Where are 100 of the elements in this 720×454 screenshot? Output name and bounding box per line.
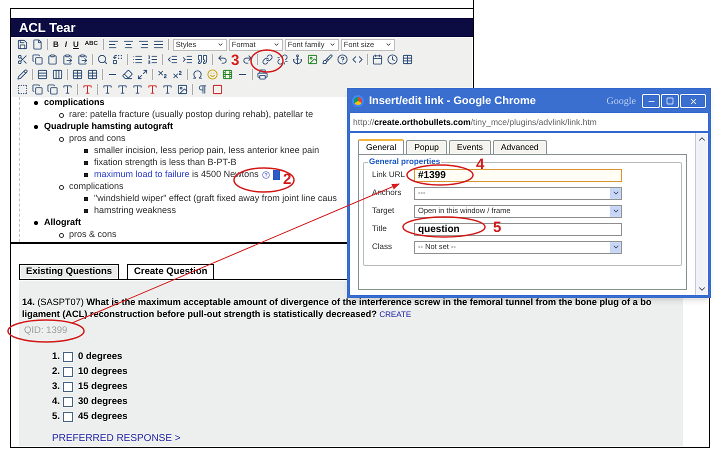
replace-icon: [112, 54, 123, 65]
format-button[interactable]: U: [70, 38, 82, 52]
emoticon-icon: [207, 69, 218, 80]
help-icon: [337, 54, 348, 65]
scrollbar[interactable]: [695, 133, 708, 295]
select-all-button[interactable]: [15, 82, 30, 96]
layer-back-button[interactable]: [45, 82, 60, 96]
link-button[interactable]: [260, 52, 275, 66]
anchor-button[interactable]: [290, 52, 305, 66]
bullet-square-icon: [84, 161, 88, 165]
superscript-icon: [172, 69, 183, 80]
list-item-text: hamstring weakness: [94, 204, 176, 218]
calendar-icon: [372, 54, 383, 65]
text-field[interactable]: #1399: [414, 168, 622, 182]
minimize-button[interactable]: [642, 94, 660, 108]
numbered-list-button[interactable]: [145, 52, 160, 66]
field-label: Class: [372, 241, 394, 253]
annotation-number: 3: [231, 53, 240, 68]
create-link[interactable]: CREATE: [379, 310, 412, 319]
save-button[interactable]: [15, 38, 30, 52]
caret-icon: [612, 207, 620, 215]
paste-word-icon: [77, 54, 88, 65]
brush-button[interactable]: [320, 52, 335, 66]
cell-props-button[interactable]: [85, 68, 100, 82]
format-button[interactable]: B: [50, 38, 62, 52]
answer-text: 15 degrees: [78, 380, 128, 394]
layer-button[interactable]: [30, 82, 45, 96]
list-item-text: fixation strength is less than B-PT-B: [94, 156, 237, 170]
table-button[interactable]: [400, 52, 415, 66]
dialog-title: Insert/edit link - Google Chrome: [369, 94, 536, 109]
dialog-tab[interactable]: General: [358, 139, 404, 154]
format-button[interactable]: I: [62, 38, 70, 52]
align-left-icon: [108, 39, 119, 50]
image-button[interactable]: [305, 52, 320, 66]
paste-icon: [47, 54, 58, 65]
brush-icon: [322, 54, 333, 65]
answer-number: 5.: [52, 410, 60, 424]
chrome-logo-icon: [352, 95, 364, 107]
answer-number: 3.: [52, 380, 60, 394]
find-icon: [97, 54, 108, 65]
preferred-response-link[interactable]: PREFERRED RESPONSE >: [22, 431, 683, 446]
answer-number: 1.: [52, 350, 60, 364]
answer-checkbox[interactable]: [62, 366, 73, 377]
list-item-text: "windshield wiper" effect (graft fixed away from joint line caus: [94, 192, 337, 206]
rows-button[interactable]: [35, 68, 50, 82]
copy-icon: [32, 54, 43, 65]
answer-text: 0 degrees: [78, 350, 122, 364]
maximize-icon: [666, 97, 674, 105]
list-item-text: rare: patella fracture (usually postop during rehab), patellar te: [69, 108, 314, 122]
question-text: 14. (SASPT07) What is the maximum acceptable amount of divergence of the interference screw in the femoral tunnel from the bone plug of a bo ligament (ACL) reconstruction before pull-out strength is statistically decreased? CREATE: [22, 296, 653, 321]
media-button[interactable]: [220, 68, 235, 82]
answer-checkbox[interactable]: [62, 382, 73, 392]
dialog-tab[interactable]: Advanced: [492, 140, 547, 154]
maximize-button[interactable]: [661, 94, 679, 108]
cut-icon: [17, 54, 28, 65]
clock-button[interactable]: [385, 52, 400, 66]
help-button[interactable]: [335, 52, 350, 66]
layer-icon: [32, 84, 43, 95]
close-button[interactable]: [680, 94, 706, 108]
field-label: Link URL: [372, 169, 406, 181]
print-button[interactable]: [255, 68, 270, 82]
replace-button[interactable]: [110, 52, 125, 66]
quote-button[interactable]: [195, 52, 210, 66]
list-item-text: pros & cons: [69, 228, 117, 242]
dialog-tab[interactable]: Popup: [406, 140, 447, 154]
table-props-button[interactable]: [70, 68, 85, 82]
tab[interactable]: Existing Questions: [19, 264, 120, 279]
subscript-icon: [157, 69, 168, 80]
eraser-button[interactable]: [120, 68, 135, 82]
close-icon: [688, 96, 698, 106]
help-icon: [262, 171, 270, 179]
unlink-button[interactable]: [275, 52, 290, 66]
dialog-tab[interactable]: Events: [448, 140, 491, 154]
columns-button[interactable]: [50, 68, 65, 82]
link-icon: [262, 54, 273, 65]
bulleted-list-icon: [132, 54, 143, 65]
brand-label: Google: [606, 94, 636, 108]
answer-checkbox[interactable]: [62, 352, 73, 362]
field-label: Target: [372, 205, 396, 217]
copy-button[interactable]: [30, 52, 45, 66]
indent-icon: [182, 54, 193, 65]
save-icon: [17, 39, 28, 50]
rows-icon: [37, 69, 48, 80]
answer-checkbox[interactable]: [62, 396, 73, 407]
special-character-button[interactable]: [190, 68, 205, 82]
text-link[interactable]: maximum load to failure: [94, 169, 190, 180]
media-icon: [222, 69, 233, 80]
paste-text-icon: [62, 54, 73, 65]
bullet-square-icon: [84, 149, 88, 153]
list-item-text: pros and cons: [69, 132, 126, 146]
caret-icon: [384, 41, 392, 48]
answer-checkbox[interactable]: [62, 412, 73, 422]
annotation-number: 2: [283, 172, 292, 187]
table-props-icon: [72, 69, 83, 80]
align-center-icon: [122, 39, 134, 50]
address-bar[interactable]: http://create.orthobullets.com/tiny_mce/plugins/advlink/link.htm: [350, 113, 708, 131]
align-justify-icon: [152, 39, 164, 50]
edit-button[interactable]: [15, 68, 30, 82]
calendar-button[interactable]: [370, 52, 385, 66]
find-button[interactable]: [95, 52, 110, 66]
